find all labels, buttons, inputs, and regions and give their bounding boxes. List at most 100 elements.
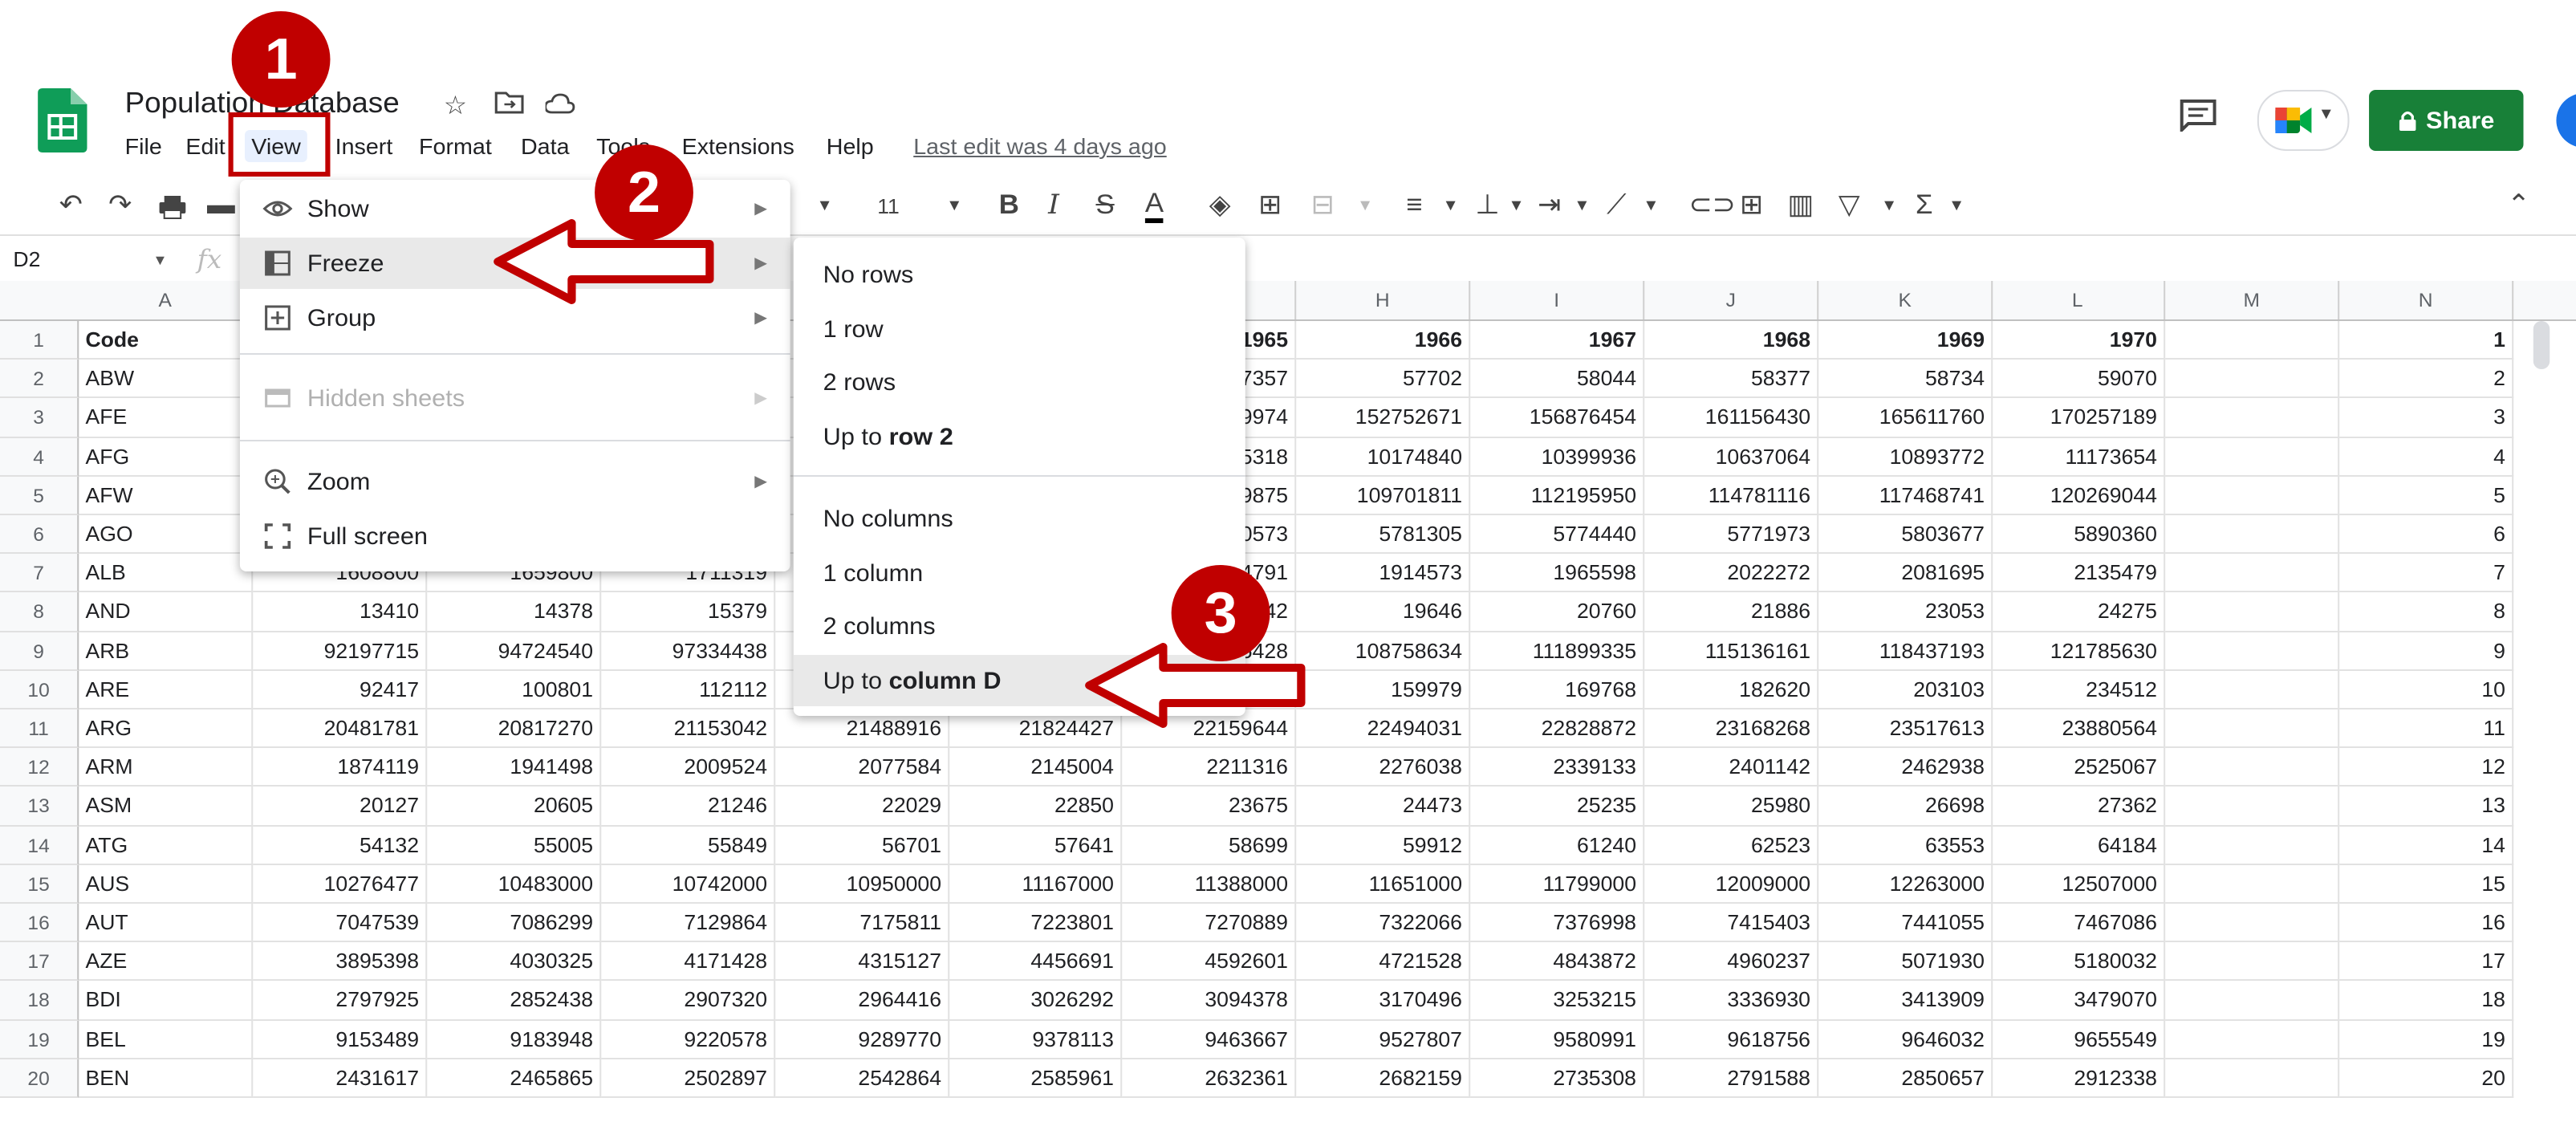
cell-h18[interactable]: 3170496 [1296,981,1471,1021]
cell-n7[interactable]: 7 [2339,554,2514,593]
cell-n3[interactable]: 3 [2339,398,2514,438]
cell-c19[interactable]: 9183948 [427,1020,602,1059]
cell-l8[interactable]: 24275 [1991,592,2166,632]
cell-a1[interactable]: Code [79,321,254,360]
print-icon[interactable] [158,194,188,220]
cell-a5[interactable]: AFW [79,476,254,515]
cell-n12[interactable]: 12 [2339,748,2514,787]
cell-h1[interactable]: 1966 [1296,321,1471,360]
cell-n1[interactable]: 1 [2339,321,2514,360]
freeze-no-rows[interactable]: No rows [794,249,1245,300]
cell-k12[interactable]: 2462938 [1818,748,1993,787]
cell-g13[interactable]: 23675 [1122,787,1297,827]
cell-b15[interactable]: 10276477 [253,864,428,904]
cell-l7[interactable]: 2135479 [1991,554,2166,593]
cell-h2[interactable]: 57702 [1296,360,1471,399]
cell-c8[interactable]: 14378 [427,592,602,632]
cell-f14[interactable]: 57641 [948,826,1123,865]
column-header-h[interactable]: H [1296,281,1471,319]
cell-a11[interactable]: ARG [79,709,254,749]
cell-l14[interactable]: 64184 [1991,826,2166,865]
cell-l3[interactable]: 170257189 [1991,398,2166,438]
undo-icon[interactable]: ↶ [59,189,83,222]
avatar[interactable] [2556,93,2576,148]
cell-f15[interactable]: 11167000 [948,864,1123,904]
font-size-input[interactable]: 11 [877,194,900,218]
cell-i8[interactable]: 20760 [1470,592,1645,632]
cell-j4[interactable]: 10637064 [1644,437,1819,477]
cell-h7[interactable]: 1914573 [1296,554,1471,593]
cell-b11[interactable]: 20481781 [253,709,428,749]
cell-f16[interactable]: 7223801 [948,904,1123,943]
cell-l17[interactable]: 5180032 [1991,942,2166,982]
cell-g17[interactable]: 4592601 [1122,942,1297,982]
chevron-down-icon[interactable]: ▼ [1948,197,1965,215]
cell-c13[interactable]: 20605 [427,787,602,827]
paint-format-icon[interactable]: ▬ [207,189,235,222]
cell-n5[interactable]: 5 [2339,476,2514,515]
row-header[interactable]: 12 [0,748,79,787]
view-menu-zoom[interactable]: Zoom ▶ [240,456,790,507]
cell-n4[interactable]: 4 [2339,437,2514,477]
cell-i16[interactable]: 7376998 [1470,904,1645,943]
redo-icon[interactable]: ↷ [108,189,132,222]
cell-n11[interactable]: 11 [2339,709,2514,749]
cell-d9[interactable]: 97334438 [601,632,776,671]
cell-e14[interactable]: 56701 [775,826,950,865]
cell-j19[interactable]: 9618756 [1644,1020,1819,1059]
cell-k8[interactable]: 23053 [1818,592,1993,632]
cell-d8[interactable]: 15379 [601,592,776,632]
cell-d12[interactable]: 2009524 [601,748,776,787]
cell-a20[interactable]: BEN [79,1059,254,1098]
cell-k10[interactable]: 203103 [1818,670,1993,709]
cell-k14[interactable]: 63553 [1818,826,1993,865]
cell-k13[interactable]: 26698 [1818,787,1993,827]
text-color-icon[interactable]: A [1144,189,1164,223]
cell-j8[interactable]: 21886 [1644,592,1819,632]
cell-j15[interactable]: 12009000 [1644,864,1819,904]
cell-g18[interactable]: 3094378 [1122,981,1297,1021]
row-header[interactable]: 11 [0,709,79,749]
menu-edit[interactable]: Edit [185,133,225,159]
freeze-no-columns[interactable]: No columns [794,493,1245,544]
cell-g19[interactable]: 9463667 [1122,1020,1297,1059]
row-header[interactable]: 15 [0,864,79,904]
cell-f13[interactable]: 22850 [948,787,1123,827]
cell-a18[interactable]: BDI [79,981,254,1021]
cell-m13[interactable] [2165,787,2340,827]
cell-m8[interactable] [2165,592,2340,632]
cell-i3[interactable]: 156876454 [1470,398,1645,438]
cell-b19[interactable]: 9153489 [253,1020,428,1059]
column-header-i[interactable]: I [1470,281,1645,319]
menu-help[interactable]: Help [827,133,874,159]
insert-chart-icon[interactable]: ▥ [1787,189,1814,222]
cell-c16[interactable]: 7086299 [427,904,602,943]
cell-g20[interactable]: 2632361 [1122,1059,1297,1098]
cell-b17[interactable]: 3895398 [253,942,428,982]
chevron-down-icon[interactable]: ▼ [1881,197,1897,215]
strikethrough-icon[interactable]: S [1095,189,1114,222]
cell-e13[interactable]: 22029 [775,787,950,827]
cell-k5[interactable]: 117468741 [1818,476,1993,515]
cell-d19[interactable]: 9220578 [601,1020,776,1059]
cell-a12[interactable]: ARM [79,748,254,787]
chevron-down-icon[interactable]: ▼ [1508,197,1524,215]
cell-h5[interactable]: 109701811 [1296,476,1471,515]
cell-k11[interactable]: 23517613 [1818,709,1993,749]
row-header[interactable]: 16 [0,904,79,943]
cell-n9[interactable]: 9 [2339,632,2514,671]
cell-a13[interactable]: ASM [79,787,254,827]
comment-history-icon[interactable] [2180,100,2216,132]
text-wrap-icon[interactable]: ⇥ [1538,189,1561,222]
bold-icon[interactable]: B [999,189,1019,222]
cell-e16[interactable]: 7175811 [775,904,950,943]
menu-data[interactable]: Data [521,133,570,159]
cell-d14[interactable]: 55849 [601,826,776,865]
cell-l2[interactable]: 59070 [1991,360,2166,399]
cell-k9[interactable]: 118437193 [1818,632,1993,671]
row-header[interactable]: 7 [0,554,79,593]
cell-e18[interactable]: 2964416 [775,981,950,1021]
chevron-down-icon[interactable]: ▼ [152,252,167,268]
cell-i1[interactable]: 1967 [1470,321,1645,360]
column-header-m[interactable]: M [2165,281,2340,319]
